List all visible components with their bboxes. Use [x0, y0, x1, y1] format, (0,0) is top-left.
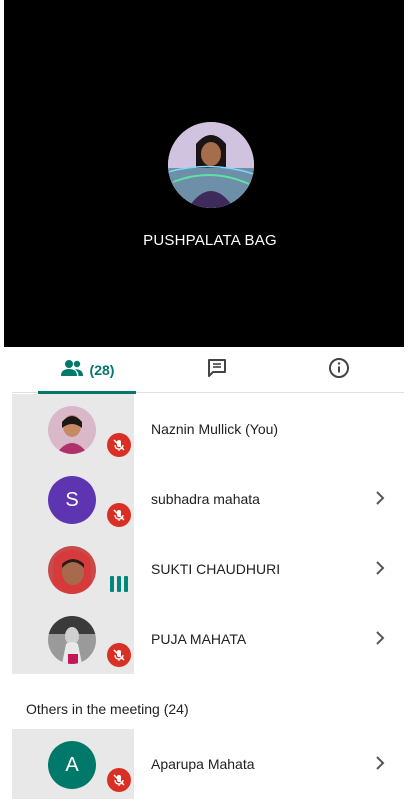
participant-name: SUKTI CHAUDHURI — [151, 561, 281, 577]
mic-off-icon — [107, 433, 131, 457]
participant-name: PUJA MAHATA — [151, 631, 247, 647]
participant-row[interactable]: SUKTI CHAUDHURI — [12, 534, 404, 604]
chevron-right-icon[interactable] — [372, 630, 388, 646]
chat-icon — [206, 357, 228, 384]
meet-screen: PUSHPALATA BAG (28) Naznin Mullick (You)… — [0, 0, 408, 803]
mic-off-icon — [107, 768, 131, 792]
chevron-right-icon[interactable] — [372, 560, 388, 576]
people-count: (28) — [89, 362, 115, 378]
chevron-right-icon[interactable] — [372, 490, 388, 506]
speaking-indicator-icon — [110, 574, 130, 592]
people-icon — [60, 359, 84, 382]
tab-people[interactable]: (28) — [38, 347, 136, 394]
avatar-initial: A — [65, 753, 79, 776]
avatar: S — [48, 476, 96, 524]
panel-tabs: (28) — [12, 347, 404, 394]
others-section-header: Others in the meeting (24) — [26, 701, 189, 717]
avatar: A — [48, 741, 96, 789]
participant-row[interactable]: PUJA MAHATA — [12, 604, 404, 674]
tab-chat[interactable] — [192, 347, 242, 393]
tab-info[interactable] — [316, 347, 362, 393]
mic-off-icon — [107, 643, 131, 667]
main-speaker-stage[interactable]: PUSHPALATA BAG — [4, 0, 404, 347]
speaker-name: PUSHPALATA BAG — [143, 232, 277, 249]
info-icon — [328, 357, 350, 384]
participant-name: subhadra mahata — [151, 491, 260, 507]
speaker-avatar — [168, 122, 254, 208]
avatar — [48, 406, 96, 454]
participant-row[interactable]: A Aparupa Mahata — [12, 729, 404, 799]
avatar — [48, 546, 96, 594]
mic-off-icon — [107, 503, 131, 527]
chevron-right-icon[interactable] — [372, 755, 388, 771]
avatar-initial: S — [65, 488, 79, 511]
participants-panel: (28) Naznin Mullick (You) S subhadra mah… — [12, 347, 404, 803]
participant-name: Naznin Mullick (You) — [151, 421, 279, 437]
participant-name: Aparupa Mahata — [151, 756, 255, 772]
participant-row[interactable]: S subhadra mahata — [12, 464, 404, 534]
participant-row[interactable]: Naznin Mullick (You) — [12, 394, 404, 464]
avatar — [48, 616, 96, 664]
